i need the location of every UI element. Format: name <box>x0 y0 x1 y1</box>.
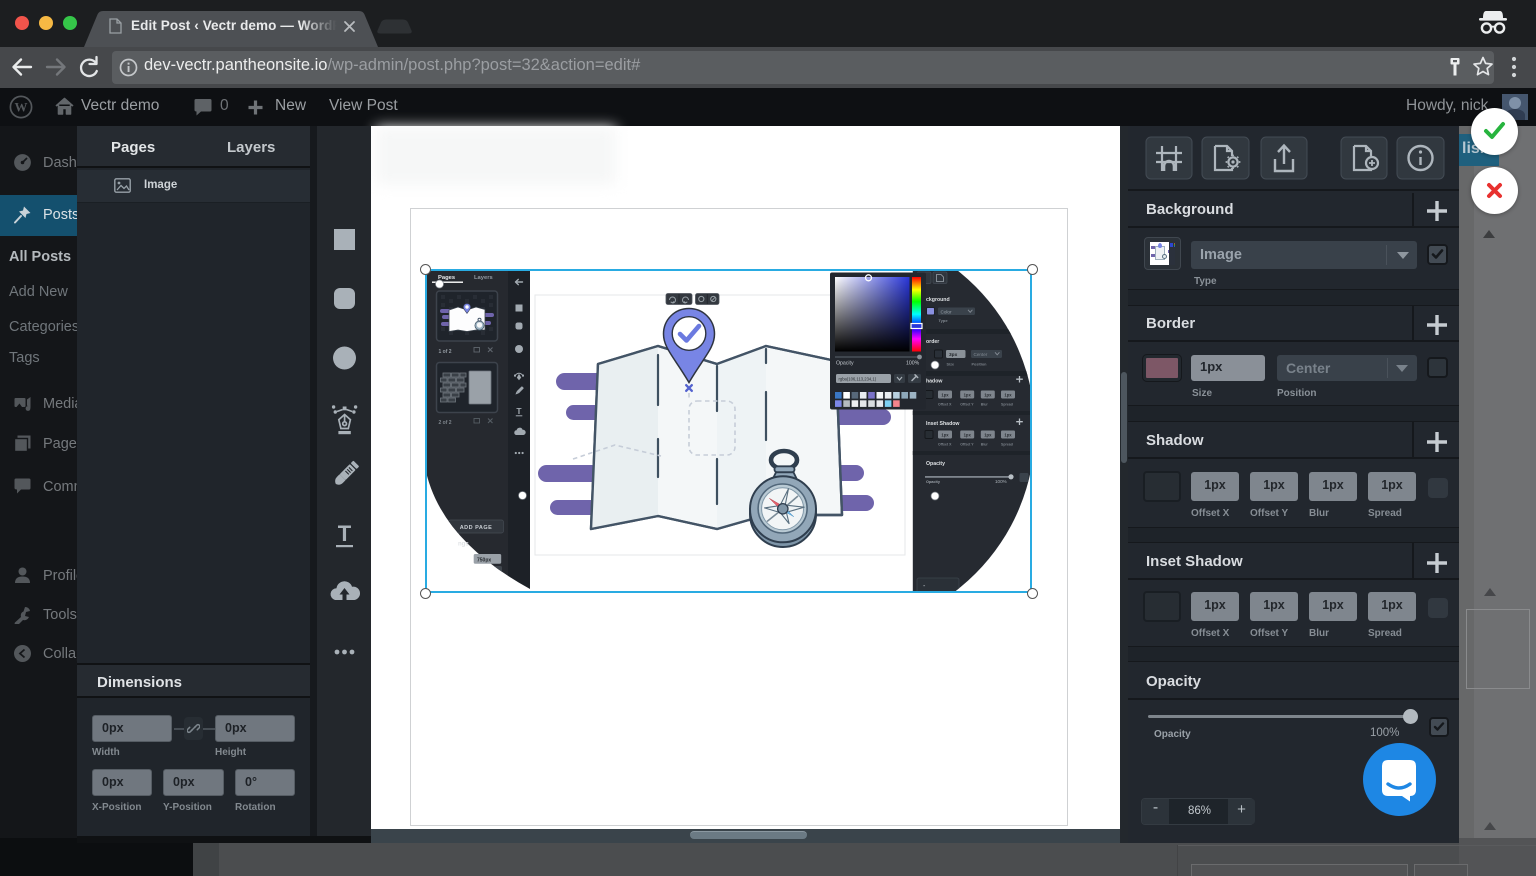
svg-text:T: T <box>338 521 352 546</box>
svg-text:W: W <box>15 100 28 115</box>
